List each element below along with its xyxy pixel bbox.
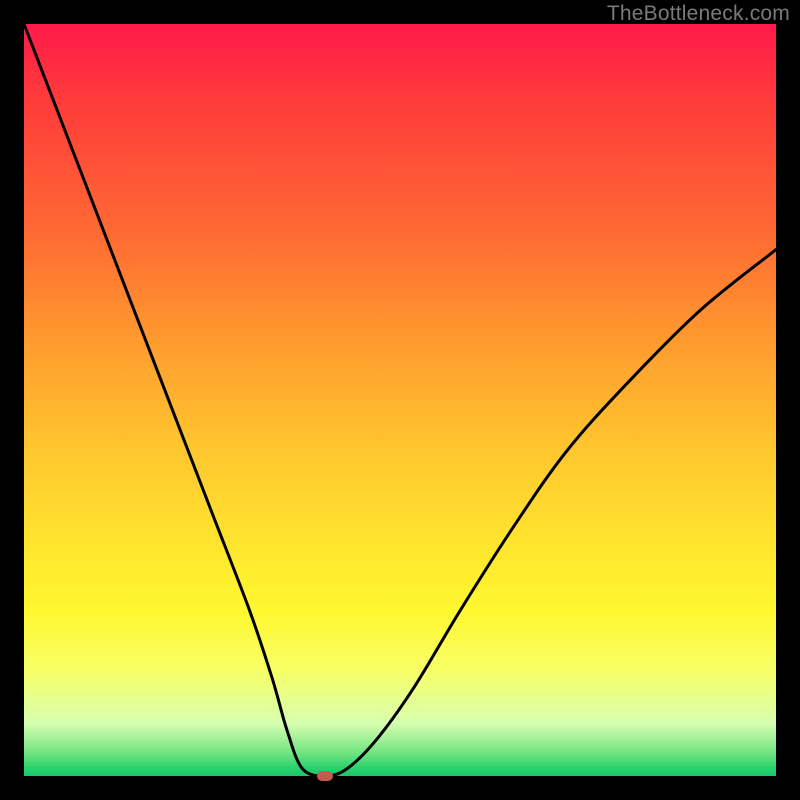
watermark-text: TheBottleneck.com	[607, 2, 790, 26]
plot-area	[24, 24, 776, 776]
optimum-marker	[317, 771, 333, 781]
chart-frame: TheBottleneck.com	[0, 0, 800, 800]
bottleneck-curve	[24, 24, 776, 776]
